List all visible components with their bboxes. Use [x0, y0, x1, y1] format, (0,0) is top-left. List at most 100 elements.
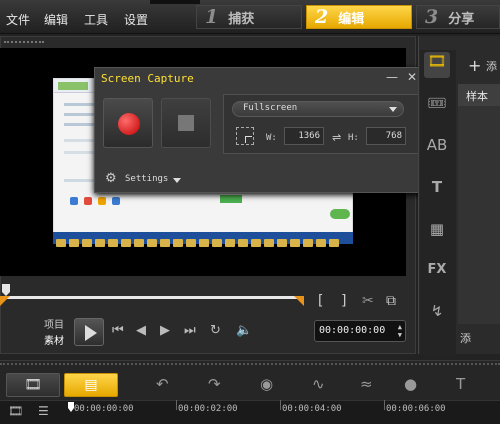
step-number: 2 [315, 6, 329, 28]
thumbnail-green-button [220, 195, 242, 203]
ruler-tick [280, 400, 281, 410]
record-button[interactable] [103, 98, 153, 148]
library-folder-sample[interactable]: 样本 [458, 84, 500, 106]
menu-settings[interactable]: 设置 [124, 11, 148, 28]
title-strip [150, 0, 200, 4]
menu-file[interactable]: 文件 [6, 11, 30, 28]
taskbar-app-icon [173, 239, 183, 247]
link-aspect-icon[interactable]: ⇌ [332, 131, 341, 144]
storyboard-view-button[interactable]: 🎞 [6, 373, 60, 397]
scrub-bar[interactable] [6, 296, 298, 299]
scissors-icon[interactable]: ✂ [362, 293, 374, 309]
mark-out-button[interactable]: ] [340, 293, 348, 309]
taskbar-app-icon [277, 239, 287, 247]
taskbar-app-icon [186, 239, 196, 247]
step-number: 3 [425, 6, 439, 28]
menu-tools[interactable]: 工具 [84, 11, 108, 28]
library-folder-label: 样本 [466, 90, 488, 103]
filter-tab-icon[interactable]: FX [424, 262, 450, 288]
taskbar-app-icon [329, 239, 339, 247]
taskbar-app-icon [56, 239, 66, 247]
taskbar-app-icon [212, 239, 222, 247]
volume-icon[interactable]: 🔈 [236, 323, 252, 338]
instant-project-tab-icon[interactable]: 🎟 [424, 94, 450, 120]
taskbar-app-icon [316, 239, 326, 247]
track-list-icon[interactable]: ☰ [38, 404, 49, 418]
ruler-tick [176, 400, 177, 410]
menu-edit[interactable]: 编辑 [44, 11, 68, 28]
record-capture-icon[interactable]: ◉ [260, 375, 273, 393]
minimize-icon[interactable]: — [385, 70, 399, 84]
mix-icon[interactable]: ● [404, 375, 417, 393]
capture-options: Fullscreen W: 1366 ⇌ H: 768 [223, 94, 419, 154]
subtitle-icon[interactable]: T [456, 375, 465, 393]
step-tab-share[interactable]: 3 分享 [416, 5, 500, 29]
graphic-tab-icon[interactable]: ▦ [424, 220, 450, 246]
thumbnail-logo [58, 82, 88, 90]
taskbar-app-icon [225, 239, 235, 247]
taskbar-app-icon [238, 239, 248, 247]
timecode-display[interactable]: 00:00:00:00 ▲ ▼ [314, 320, 406, 342]
undo-icon[interactable]: ↶ [156, 375, 169, 393]
ruler-tick-label: 00:00:06:00 [386, 404, 446, 414]
width-field[interactable]: 1366 [284, 127, 324, 145]
transition-tab-icon[interactable]: AB [424, 136, 450, 162]
panel-grip[interactable] [4, 41, 44, 43]
step-label: 编辑 [338, 11, 365, 27]
screen-capture-dialog: Screen Capture — ✕ Fullscreen W: 1366 ⇌ … [94, 67, 428, 193]
library-add-media-label[interactable]: 添 [460, 330, 471, 346]
path-tab-icon[interactable]: ↯ [424, 302, 450, 328]
enlarge-preview-icon[interactable]: ⧉ [386, 293, 396, 309]
taskbar-app-icon [134, 239, 144, 247]
stop-icon [178, 115, 194, 131]
step-tab-edit[interactable]: 2 编辑 [306, 5, 412, 29]
taskbar-app-icon [108, 239, 118, 247]
step-tab-capture[interactable]: 1 捕获 [196, 5, 302, 29]
previous-frame-icon[interactable]: ◀ [136, 323, 146, 338]
go-to-start-icon[interactable]: ⏮ [112, 323, 124, 338]
capture-mode-select[interactable]: Fullscreen [232, 101, 404, 117]
timecode-spinner-icon[interactable]: ▲ ▼ [398, 323, 402, 339]
scrubber-handle[interactable] [0, 284, 12, 296]
media-tab-icon[interactable]: 🎞 [424, 52, 450, 78]
add-label: 添 [486, 60, 497, 73]
title-tab-icon[interactable]: T [424, 178, 450, 204]
thumbnail-icon [84, 197, 92, 205]
mode-clip[interactable]: 素材 [44, 332, 64, 347]
film-strip-icon[interactable]: 🎞 [8, 404, 23, 418]
ruler-tick-label: 00:00:02:00 [178, 404, 238, 414]
taskbar-app-icon [95, 239, 105, 247]
go-to-end-icon[interactable]: ⏭ [184, 323, 196, 338]
taskbar-app-icon [69, 239, 79, 247]
ruler-tick-label: 00:00:04:00 [282, 404, 342, 414]
play-button[interactable] [74, 318, 104, 346]
sound-mixer-icon[interactable]: ∿ [312, 375, 325, 393]
select-region-icon[interactable] [236, 127, 254, 145]
settings-menu[interactable]: ⚙ Settings [95, 168, 427, 192]
timeline-grip[interactable] [0, 363, 500, 365]
taskbar-app-icon [121, 239, 131, 247]
height-label: H: [348, 133, 359, 143]
taskbar-app-icon [199, 239, 209, 247]
add-folder-icon[interactable]: + [468, 56, 481, 75]
step-label: 分享 [448, 11, 475, 27]
height-field[interactable]: 768 [366, 127, 406, 145]
video-editor-window: 文件 编辑 工具 设置 1 捕获 2 编辑 3 分享 Screen Captur… [0, 0, 500, 424]
settings-label: Settings [125, 174, 169, 184]
mark-in-button[interactable]: [ [316, 293, 324, 309]
mode-project[interactable]: 项目 [44, 316, 64, 331]
taskbar-app-icon [147, 239, 157, 247]
redo-icon[interactable]: ↷ [208, 375, 221, 393]
timeline-view-button[interactable]: ▤ [64, 373, 118, 397]
taskbar-app-icon [82, 239, 92, 247]
library-folder-list [458, 84, 500, 324]
close-icon[interactable]: ✕ [405, 70, 419, 84]
stop-button[interactable] [161, 98, 211, 148]
step-number: 1 [205, 6, 219, 28]
repeat-icon[interactable]: ↻ [210, 323, 221, 338]
thumbnail-icon [112, 197, 120, 205]
next-frame-icon[interactable]: ▶ [160, 323, 170, 338]
auto-music-icon[interactable]: ≈ [360, 375, 373, 393]
thumbnail-icon [98, 197, 106, 205]
thumbnail-icon [70, 197, 78, 205]
